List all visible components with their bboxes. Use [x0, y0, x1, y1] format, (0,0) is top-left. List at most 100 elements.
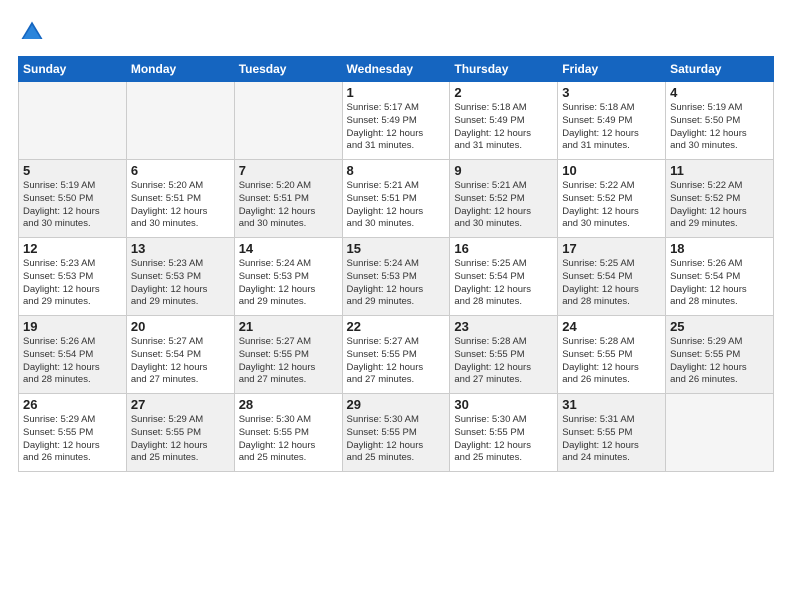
calendar-cell: 25 Sunrise: 5:29 AMSunset: 5:55 PMDayligh… — [666, 316, 774, 394]
calendar-cell: 11 Sunrise: 5:22 AMSunset: 5:52 PMDayligh… — [666, 160, 774, 238]
day-number: 22 — [347, 319, 446, 334]
day-header-monday: Monday — [126, 57, 234, 82]
calendar-week-4: 19Sunrise: 5:26 AMSunset: 5:54 PMDayligh… — [19, 316, 774, 394]
calendar-cell: 23Sunrise: 5:28 AMSunset: 5:55 PMDayligh… — [450, 316, 558, 394]
day-info: Sunrise: 5:30 AMSunset: 5:55 PMDaylight:… — [454, 414, 553, 465]
day-info: Sunrise: 5:30 AMSunset: 5:55 PMDaylight:… — [239, 414, 338, 465]
day-number: 13 — [131, 241, 230, 256]
day-header-friday: Friday — [558, 57, 666, 82]
day-info: Sunrise: 5:21 AMSunset: 5:51 PMDaylight:… — [347, 180, 446, 231]
day-header-thursday: Thursday — [450, 57, 558, 82]
day-info: Sunrise: 5:29 AMSunset: 5:55 PMDaylight:… — [23, 414, 122, 465]
calendar-cell: 6 Sunrise: 5:20 AMSunset: 5:51 PMDaylight… — [126, 160, 234, 238]
calendar-cell: 10Sunrise: 5:22 AMSunset: 5:52 PMDayligh… — [558, 160, 666, 238]
day-info: Sunrise: 5:30 AMSunset: 5:55 PMDaylight:… — [347, 414, 446, 465]
calendar-cell: 7 Sunrise: 5:20 AMSunset: 5:51 PMDaylight… — [234, 160, 342, 238]
calendar-cell: 20 Sunrise: 5:27 AMSunset: 5:54 PMDayligh… — [126, 316, 234, 394]
day-number: 20 — [131, 319, 230, 334]
day-info: Sunrise: 5:20 AMSunset: 5:51 PMDaylight:… — [239, 180, 338, 231]
day-info: Sunrise: 5:29 AMSunset: 5:55 PMDaylight:… — [131, 414, 230, 465]
day-info: Sunrise: 5:29 AMSunset: 5:55 PMDaylight:… — [670, 336, 769, 387]
calendar-header-row: SundayMondayTuesdayWednesdayThursdayFrid… — [19, 57, 774, 82]
day-info: Sunrise: 5:17 AMSunset: 5:49 PMDaylight:… — [347, 102, 446, 153]
day-info: Sunrise: 5:22 AMSunset: 5:52 PMDaylight:… — [670, 180, 769, 231]
day-info: Sunrise: 5:18 AMSunset: 5:49 PMDaylight:… — [454, 102, 553, 153]
calendar-cell: 2Sunrise: 5:18 AMSunset: 5:49 PMDaylight… — [450, 82, 558, 160]
calendar-cell: 9 Sunrise: 5:21 AMSunset: 5:52 PMDaylight… — [450, 160, 558, 238]
day-number: 14 — [239, 241, 338, 256]
calendar-cell: 19Sunrise: 5:26 AMSunset: 5:54 PMDayligh… — [19, 316, 127, 394]
day-number: 1 — [347, 85, 446, 100]
day-info: Sunrise: 5:25 AMSunset: 5:54 PMDaylight:… — [562, 258, 661, 309]
day-number: 19 — [23, 319, 122, 334]
day-header-tuesday: Tuesday — [234, 57, 342, 82]
day-header-wednesday: Wednesday — [342, 57, 450, 82]
day-number: 11 — [670, 163, 769, 178]
day-number: 6 — [131, 163, 230, 178]
calendar-cell: 17 Sunrise: 5:25 AMSunset: 5:54 PMDayligh… — [558, 238, 666, 316]
day-number: 25 — [670, 319, 769, 334]
calendar-week-1: 1 Sunrise: 5:17 AMSunset: 5:49 PMDaylight… — [19, 82, 774, 160]
calendar-cell: 21 Sunrise: 5:27 AMSunset: 5:55 PMDayligh… — [234, 316, 342, 394]
day-header-sunday: Sunday — [19, 57, 127, 82]
day-number: 24 — [562, 319, 661, 334]
day-number: 21 — [239, 319, 338, 334]
day-info: Sunrise: 5:28 AMSunset: 5:55 PMDaylight:… — [562, 336, 661, 387]
page: SundayMondayTuesdayWednesdayThursdayFrid… — [0, 0, 792, 612]
day-info: Sunrise: 5:24 AMSunset: 5:53 PMDaylight:… — [239, 258, 338, 309]
day-info: Sunrise: 5:26 AMSunset: 5:54 PMDaylight:… — [670, 258, 769, 309]
calendar-cell: 8 Sunrise: 5:21 AMSunset: 5:51 PMDaylight… — [342, 160, 450, 238]
day-info: Sunrise: 5:23 AMSunset: 5:53 PMDaylight:… — [131, 258, 230, 309]
day-info: Sunrise: 5:19 AMSunset: 5:50 PMDaylight:… — [23, 180, 122, 231]
day-info: Sunrise: 5:27 AMSunset: 5:55 PMDaylight:… — [239, 336, 338, 387]
calendar-cell — [126, 82, 234, 160]
day-number: 15 — [347, 241, 446, 256]
day-number: 27 — [131, 397, 230, 412]
calendar-week-5: 26 Sunrise: 5:29 AMSunset: 5:55 PMDayligh… — [19, 394, 774, 472]
calendar-cell: 24 Sunrise: 5:28 AMSunset: 5:55 PMDayligh… — [558, 316, 666, 394]
calendar-cell — [666, 394, 774, 472]
calendar-cell: 16Sunrise: 5:25 AMSunset: 5:54 PMDayligh… — [450, 238, 558, 316]
day-number: 10 — [562, 163, 661, 178]
day-header-saturday: Saturday — [666, 57, 774, 82]
day-number: 4 — [670, 85, 769, 100]
day-info: Sunrise: 5:21 AMSunset: 5:52 PMDaylight:… — [454, 180, 553, 231]
day-info: Sunrise: 5:23 AMSunset: 5:53 PMDaylight:… — [23, 258, 122, 309]
calendar-cell: 22 Sunrise: 5:27 AMSunset: 5:55 PMDayligh… — [342, 316, 450, 394]
calendar-cell — [234, 82, 342, 160]
day-number: 8 — [347, 163, 446, 178]
calendar-cell: 31Sunrise: 5:31 AMSunset: 5:55 PMDayligh… — [558, 394, 666, 472]
calendar-cell: 30 Sunrise: 5:30 AMSunset: 5:55 PMDayligh… — [450, 394, 558, 472]
day-number: 9 — [454, 163, 553, 178]
calendar-cell: 29Sunrise: 5:30 AMSunset: 5:55 PMDayligh… — [342, 394, 450, 472]
day-number: 26 — [23, 397, 122, 412]
header — [18, 18, 774, 46]
day-info: Sunrise: 5:28 AMSunset: 5:55 PMDaylight:… — [454, 336, 553, 387]
day-number: 28 — [239, 397, 338, 412]
calendar-cell: 13 Sunrise: 5:23 AMSunset: 5:53 PMDayligh… — [126, 238, 234, 316]
calendar-cell: 14 Sunrise: 5:24 AMSunset: 5:53 PMDayligh… — [234, 238, 342, 316]
day-info: Sunrise: 5:19 AMSunset: 5:50 PMDaylight:… — [670, 102, 769, 153]
day-number: 7 — [239, 163, 338, 178]
calendar-week-2: 5 Sunrise: 5:19 AMSunset: 5:50 PMDaylight… — [19, 160, 774, 238]
calendar-cell: 26 Sunrise: 5:29 AMSunset: 5:55 PMDayligh… — [19, 394, 127, 472]
day-info: Sunrise: 5:18 AMSunset: 5:49 PMDaylight:… — [562, 102, 661, 153]
logo — [18, 18, 50, 46]
day-number: 5 — [23, 163, 122, 178]
day-number: 3 — [562, 85, 661, 100]
logo-icon — [18, 18, 46, 46]
day-info: Sunrise: 5:27 AMSunset: 5:55 PMDaylight:… — [347, 336, 446, 387]
day-number: 12 — [23, 241, 122, 256]
day-number: 30 — [454, 397, 553, 412]
calendar-table: SundayMondayTuesdayWednesdayThursdayFrid… — [18, 56, 774, 472]
day-info: Sunrise: 5:31 AMSunset: 5:55 PMDaylight:… — [562, 414, 661, 465]
calendar-cell: 5 Sunrise: 5:19 AMSunset: 5:50 PMDaylight… — [19, 160, 127, 238]
calendar-cell: 28 Sunrise: 5:30 AMSunset: 5:55 PMDayligh… — [234, 394, 342, 472]
day-number: 17 — [562, 241, 661, 256]
calendar-cell: 3 Sunrise: 5:18 AMSunset: 5:49 PMDaylight… — [558, 82, 666, 160]
day-info: Sunrise: 5:20 AMSunset: 5:51 PMDaylight:… — [131, 180, 230, 231]
day-number: 16 — [454, 241, 553, 256]
day-info: Sunrise: 5:24 AMSunset: 5:53 PMDaylight:… — [347, 258, 446, 309]
calendar-cell: 18Sunrise: 5:26 AMSunset: 5:54 PMDayligh… — [666, 238, 774, 316]
day-info: Sunrise: 5:27 AMSunset: 5:54 PMDaylight:… — [131, 336, 230, 387]
